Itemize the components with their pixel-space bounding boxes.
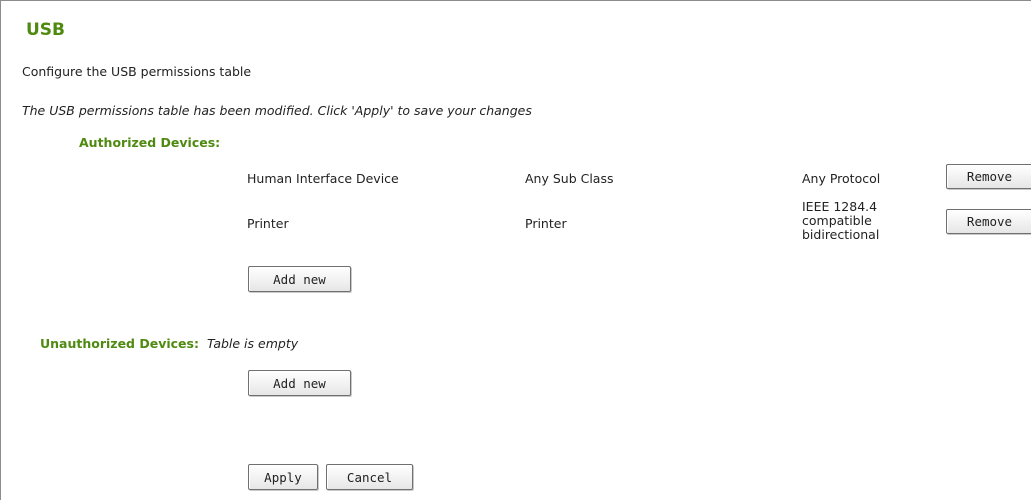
page-title: USB [26,20,66,40]
cancel-button[interactable]: Cancel [326,464,413,490]
device-protocol-cell: Any Protocol [802,171,881,186]
add-unauthorized-device-button[interactable]: Add new [248,370,351,396]
protocol-line: compatible [802,213,872,228]
authorized-devices-label: Authorized Devices: [79,135,221,150]
add-authorized-device-button[interactable]: Add new [248,266,351,292]
device-protocol-cell: IEEE 1284.4 compatible bidirectional [802,200,879,242]
protocol-line: bidirectional [802,227,880,242]
modified-notice: The USB permissions table has been modif… [22,103,532,118]
apply-button[interactable]: Apply [248,464,318,490]
empty-table-text: Table is empty [207,336,299,351]
remove-button[interactable]: Remove [946,164,1031,189]
device-class-cell: Human Interface Device [247,171,399,186]
page-subtitle: Configure the USB permissions table [22,64,252,79]
device-subclass-cell: Any Sub Class [525,171,614,186]
device-subclass-cell: Printer [525,216,567,231]
device-class-cell: Printer [247,216,289,231]
unauthorized-devices-label: Unauthorized Devices: [40,336,199,351]
protocol-line: IEEE 1284.4 [802,199,878,214]
remove-button[interactable]: Remove [946,209,1031,234]
